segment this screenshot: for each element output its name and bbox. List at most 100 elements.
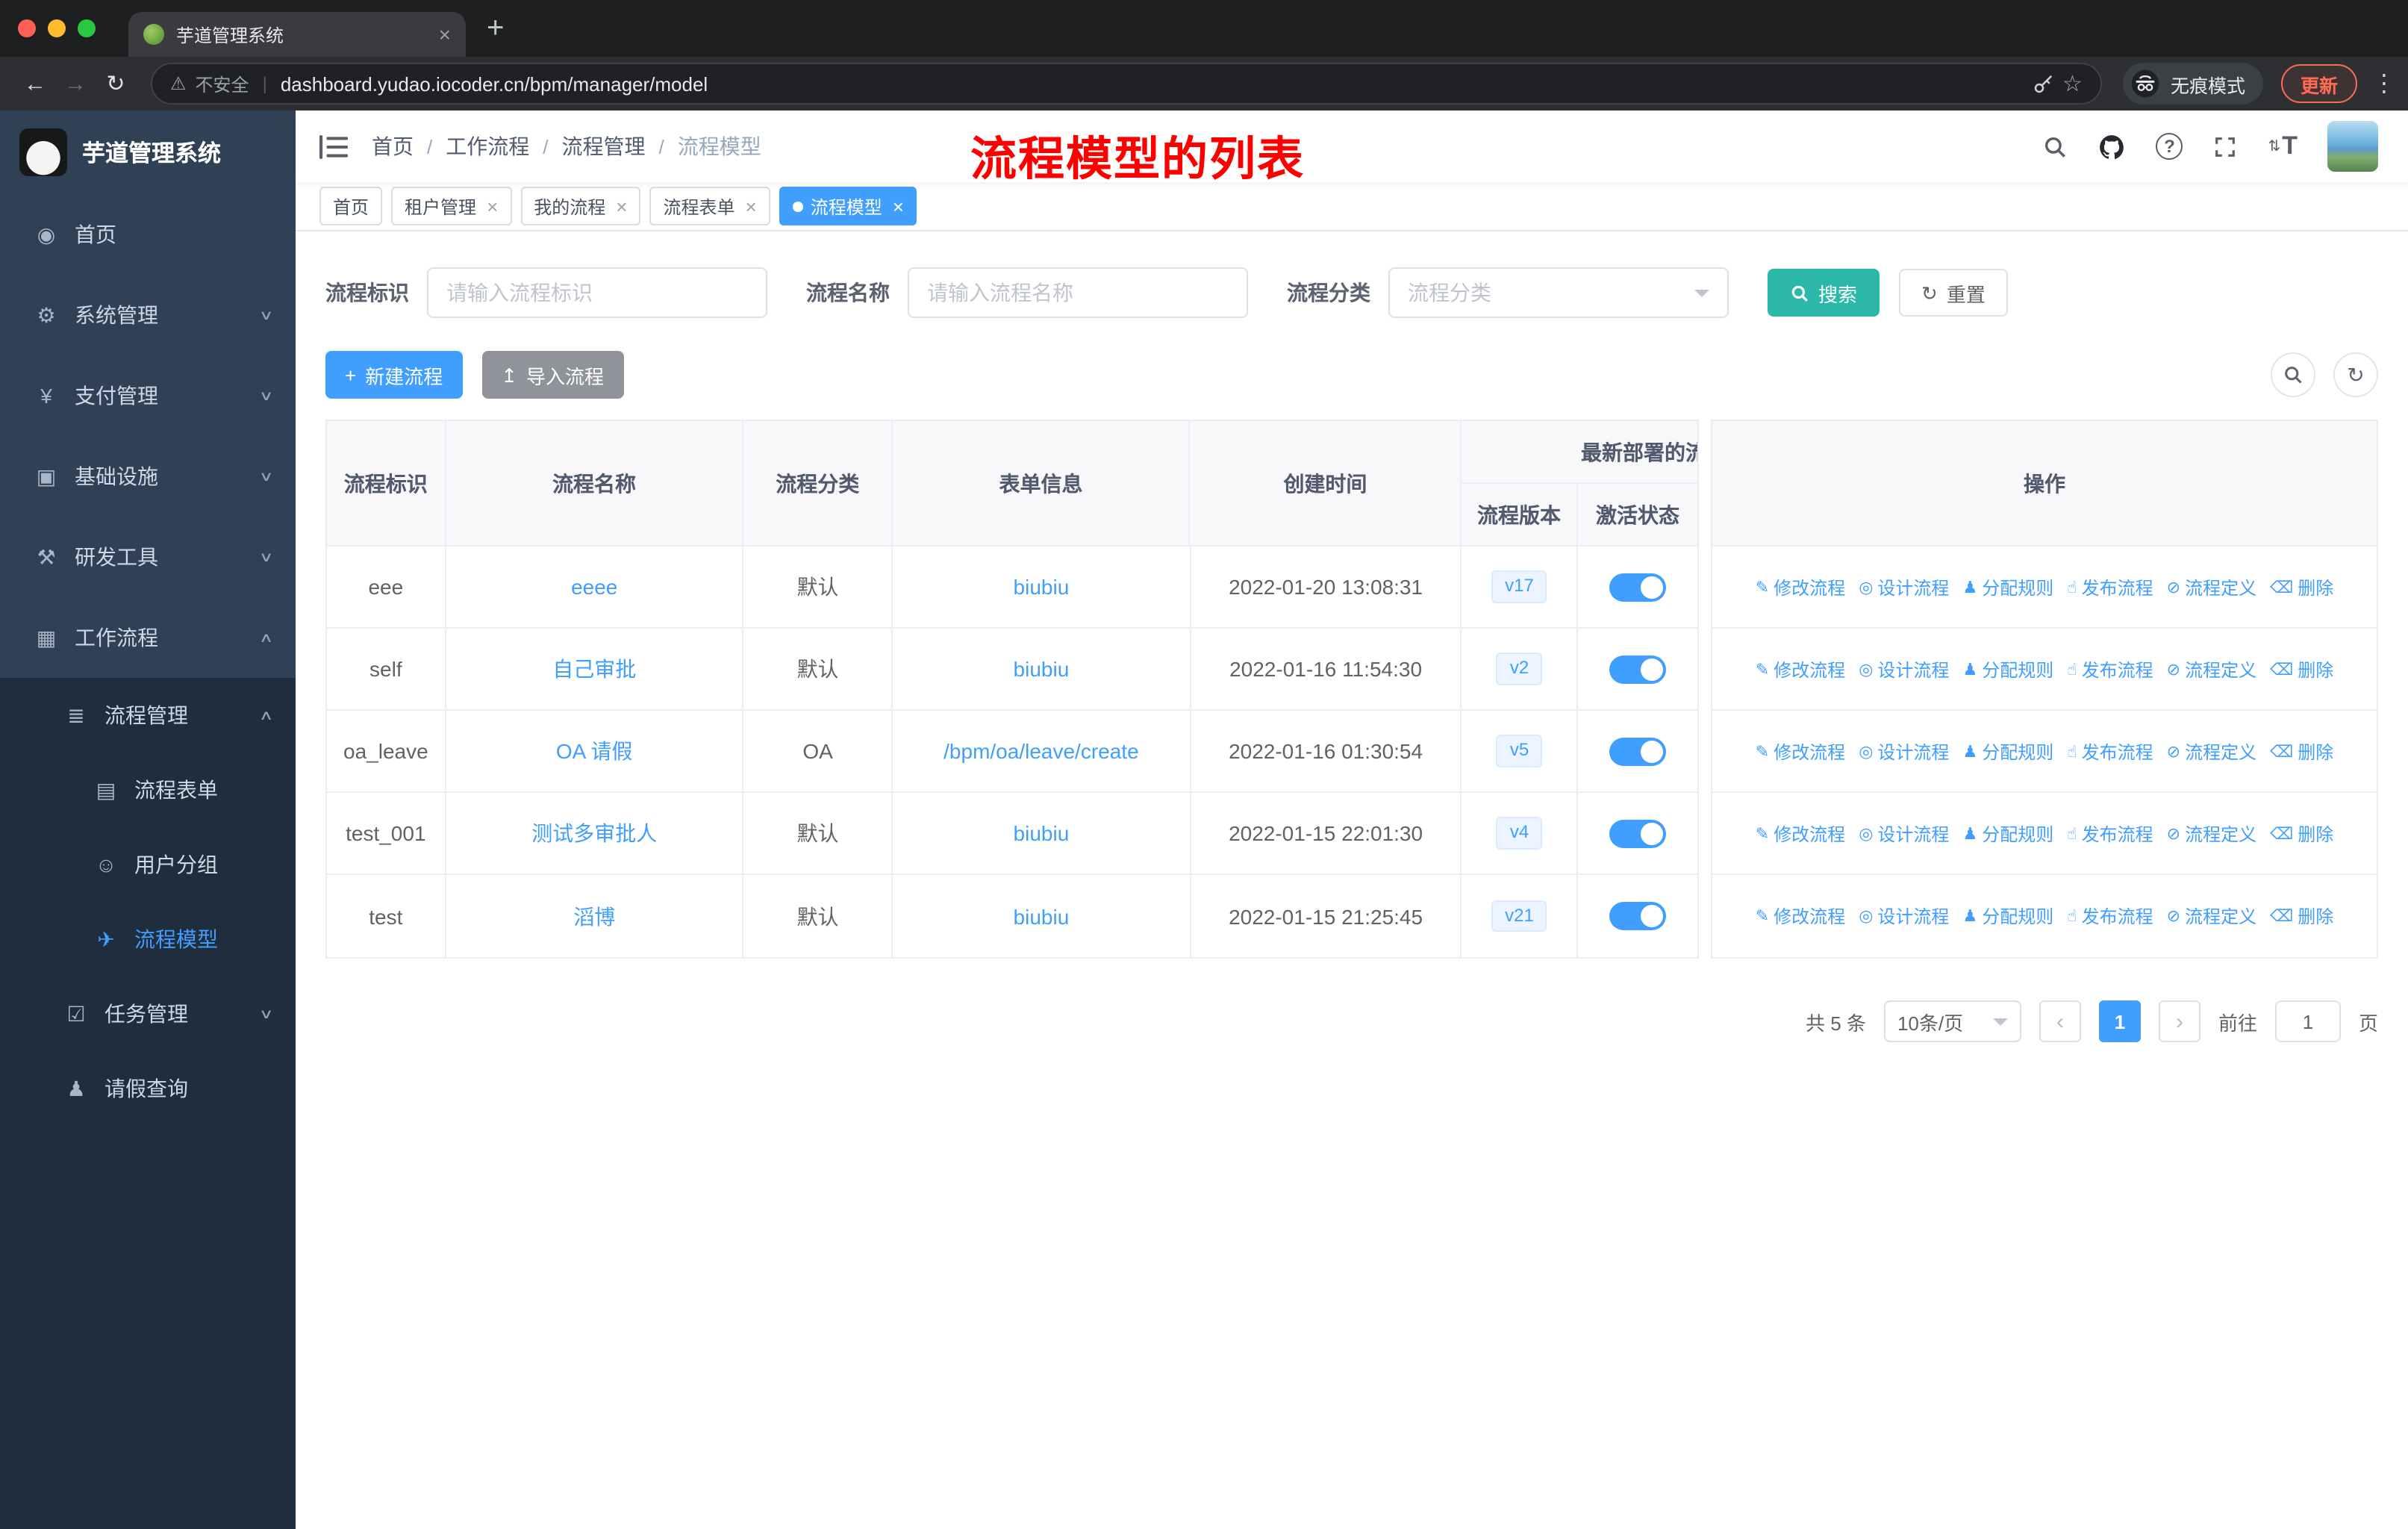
prev-page-button[interactable]: ‹ [2039, 1000, 2081, 1042]
address-bar[interactable]: ⚠ 不安全 | dashboard.yudao.iocoder.cn/bpm/m… [151, 63, 2102, 105]
process-name-link[interactable]: 自己审批 [552, 654, 636, 684]
action-definition-link[interactable]: ⊘ 流程定义 [2167, 656, 2256, 682]
active-toggle[interactable] [1609, 655, 1667, 683]
action-delete-link[interactable]: ⌫ 删除 [2270, 903, 2333, 929]
tab-close-icon[interactable]: × [439, 22, 451, 46]
action-edit-link[interactable]: ✎ 修改流程 [1756, 738, 1845, 764]
search-button[interactable]: 搜索 [1768, 269, 1880, 317]
action-delete-link[interactable]: ⌫ 删除 [2270, 574, 2333, 600]
bookmark-star-icon[interactable]: ☆ [2062, 70, 2083, 97]
action-assign-link[interactable]: ♟ 分配规则 [1962, 820, 2053, 846]
search-icon[interactable] [2042, 134, 2068, 159]
form-info-link[interactable]: biubiu [1014, 821, 1070, 845]
sidebar-item-infrastructure[interactable]: ▣ 基础设施 ∨ [0, 436, 296, 517]
create-process-button[interactable]: + 新建流程 [325, 351, 463, 399]
sidebar-item-leave-query[interactable]: ♟ 请假查询 [0, 1051, 296, 1126]
action-delete-link[interactable]: ⌫ 删除 [2270, 738, 2333, 764]
help-icon[interactable]: ? [2156, 133, 2183, 160]
tag-流程模型[interactable]: 流程模型 × [779, 187, 917, 225]
sidebar-toggle-icon[interactable] [319, 134, 348, 159]
category-select[interactable]: 流程分类 [1388, 267, 1729, 318]
action-edit-link[interactable]: ✎ 修改流程 [1756, 656, 1845, 682]
action-assign-link[interactable]: ♟ 分配规则 [1962, 738, 2053, 764]
form-info-link[interactable]: biubiu [1014, 904, 1070, 928]
breadcrumb-item[interactable]: 首页 [372, 131, 414, 161]
form-info-link[interactable]: biubiu [1014, 575, 1070, 599]
user-avatar[interactable] [2327, 121, 2378, 172]
tag-close-icon[interactable]: × [487, 195, 498, 217]
action-edit-link[interactable]: ✎ 修改流程 [1756, 820, 1845, 846]
action-design-link[interactable]: ◎ 设计流程 [1859, 820, 1949, 846]
breadcrumb-item[interactable]: 工作流程 [446, 131, 529, 161]
process-name-input[interactable] [908, 267, 1248, 318]
sidebar-item-workflow[interactable]: ▦ 工作流程 ∧ [0, 597, 296, 678]
action-definition-link[interactable]: ⊘ 流程定义 [2167, 574, 2256, 600]
tag-close-icon[interactable]: × [746, 195, 757, 217]
tag-租户管理[interactable]: 租户管理 × [391, 187, 512, 225]
action-definition-link[interactable]: ⊘ 流程定义 [2167, 903, 2256, 929]
browser-menu-icon[interactable]: ⋮ [2372, 69, 2396, 99]
next-page-button[interactable]: › [2158, 1000, 2200, 1042]
active-toggle[interactable] [1609, 819, 1667, 847]
action-assign-link[interactable]: ♟ 分配规则 [1962, 656, 2053, 682]
action-delete-link[interactable]: ⌫ 删除 [2270, 656, 2333, 682]
goto-page-input[interactable] [2274, 1000, 2341, 1042]
active-toggle[interactable] [1609, 573, 1667, 601]
reset-button[interactable]: ↻ 重置 [1899, 269, 2008, 317]
sidebar-item-user-group[interactable]: ☺ 用户分组 [0, 827, 296, 902]
action-assign-link[interactable]: ♟ 分配规则 [1962, 903, 2053, 929]
window-close-button[interactable] [18, 19, 36, 37]
action-edit-link[interactable]: ✎ 修改流程 [1756, 574, 1845, 600]
action-design-link[interactable]: ◎ 设计流程 [1859, 574, 1949, 600]
tag-我的流程[interactable]: 我的流程 × [520, 187, 641, 225]
action-definition-link[interactable]: ⊘ 流程定义 [2167, 820, 2256, 846]
page-size-select[interactable]: 10条/页 [1883, 1000, 2021, 1042]
action-publish-link[interactable]: ☝ 发布流程 [2067, 738, 2153, 764]
update-button[interactable]: 更新 [2280, 64, 2357, 103]
tag-流程表单[interactable]: 流程表单 × [649, 187, 770, 225]
tag-close-icon[interactable]: × [893, 195, 904, 217]
process-key-input[interactable] [427, 267, 767, 318]
sidebar-item-task-manage[interactable]: ☑ 任务管理 ∨ [0, 977, 296, 1051]
sidebar-item-process-model[interactable]: ✈ 流程模型 [0, 902, 296, 977]
form-info-link[interactable]: biubiu [1014, 657, 1070, 681]
sidebar-item-process-manage[interactable]: ≣ 流程管理 ∧ [0, 678, 296, 753]
back-button[interactable]: ← [15, 71, 55, 96]
reload-button[interactable]: ↻ [96, 70, 136, 97]
action-publish-link[interactable]: ☝ 发布流程 [2067, 820, 2153, 846]
breadcrumb-item[interactable]: 流程管理 [562, 131, 646, 161]
action-edit-link[interactable]: ✎ 修改流程 [1756, 903, 1845, 929]
action-design-link[interactable]: ◎ 设计流程 [1859, 656, 1949, 682]
process-name-link[interactable]: OA 请假 [556, 736, 633, 766]
window-minimize-button[interactable] [48, 19, 66, 37]
sidebar-item-home[interactable]: ◉ 首页 [0, 194, 296, 275]
active-toggle[interactable] [1609, 902, 1667, 930]
browser-tab[interactable]: 芋道管理系统 × [128, 12, 466, 57]
refresh-button[interactable]: ↻ [2333, 352, 2378, 397]
forward-button[interactable]: → [55, 71, 96, 96]
import-process-button[interactable]: ↥ 导入流程 [481, 351, 624, 399]
sidebar-item-payment-manage[interactable]: ¥ 支付管理 ∨ [0, 355, 296, 436]
process-name-link[interactable]: eeee [571, 575, 617, 599]
page-number-button[interactable]: 1 [2098, 1000, 2141, 1042]
window-zoom-button[interactable] [78, 19, 96, 37]
tag-close-icon[interactable]: × [616, 195, 627, 217]
action-definition-link[interactable]: ⊘ 流程定义 [2167, 738, 2256, 764]
sidebar-item-system-manage[interactable]: ⚙ 系统管理 ∨ [0, 275, 296, 355]
process-name-link[interactable]: 滔博 [573, 901, 615, 931]
fullscreen-icon[interactable] [2212, 134, 2238, 159]
action-publish-link[interactable]: ☝ 发布流程 [2067, 656, 2153, 682]
action-delete-link[interactable]: ⌫ 删除 [2270, 820, 2333, 846]
action-publish-link[interactable]: ☝ 发布流程 [2067, 574, 2153, 600]
sidebar-item-dev-tools[interactable]: ⚒ 研发工具 ∨ [0, 517, 296, 597]
sidebar-item-process-form[interactable]: ▤ 流程表单 [0, 753, 296, 827]
action-assign-link[interactable]: ♟ 分配规则 [1962, 574, 2053, 600]
action-publish-link[interactable]: ☝ 发布流程 [2067, 903, 2153, 929]
password-key-icon[interactable] [2031, 72, 2053, 95]
action-design-link[interactable]: ◎ 设计流程 [1859, 903, 1949, 929]
active-toggle[interactable] [1609, 737, 1667, 765]
tag-首页[interactable]: 首页 [319, 187, 383, 225]
github-icon[interactable] [2097, 132, 2126, 161]
new-tab-button[interactable]: + [487, 13, 504, 43]
form-info-link[interactable]: /bpm/oa/leave/create [943, 739, 1139, 763]
